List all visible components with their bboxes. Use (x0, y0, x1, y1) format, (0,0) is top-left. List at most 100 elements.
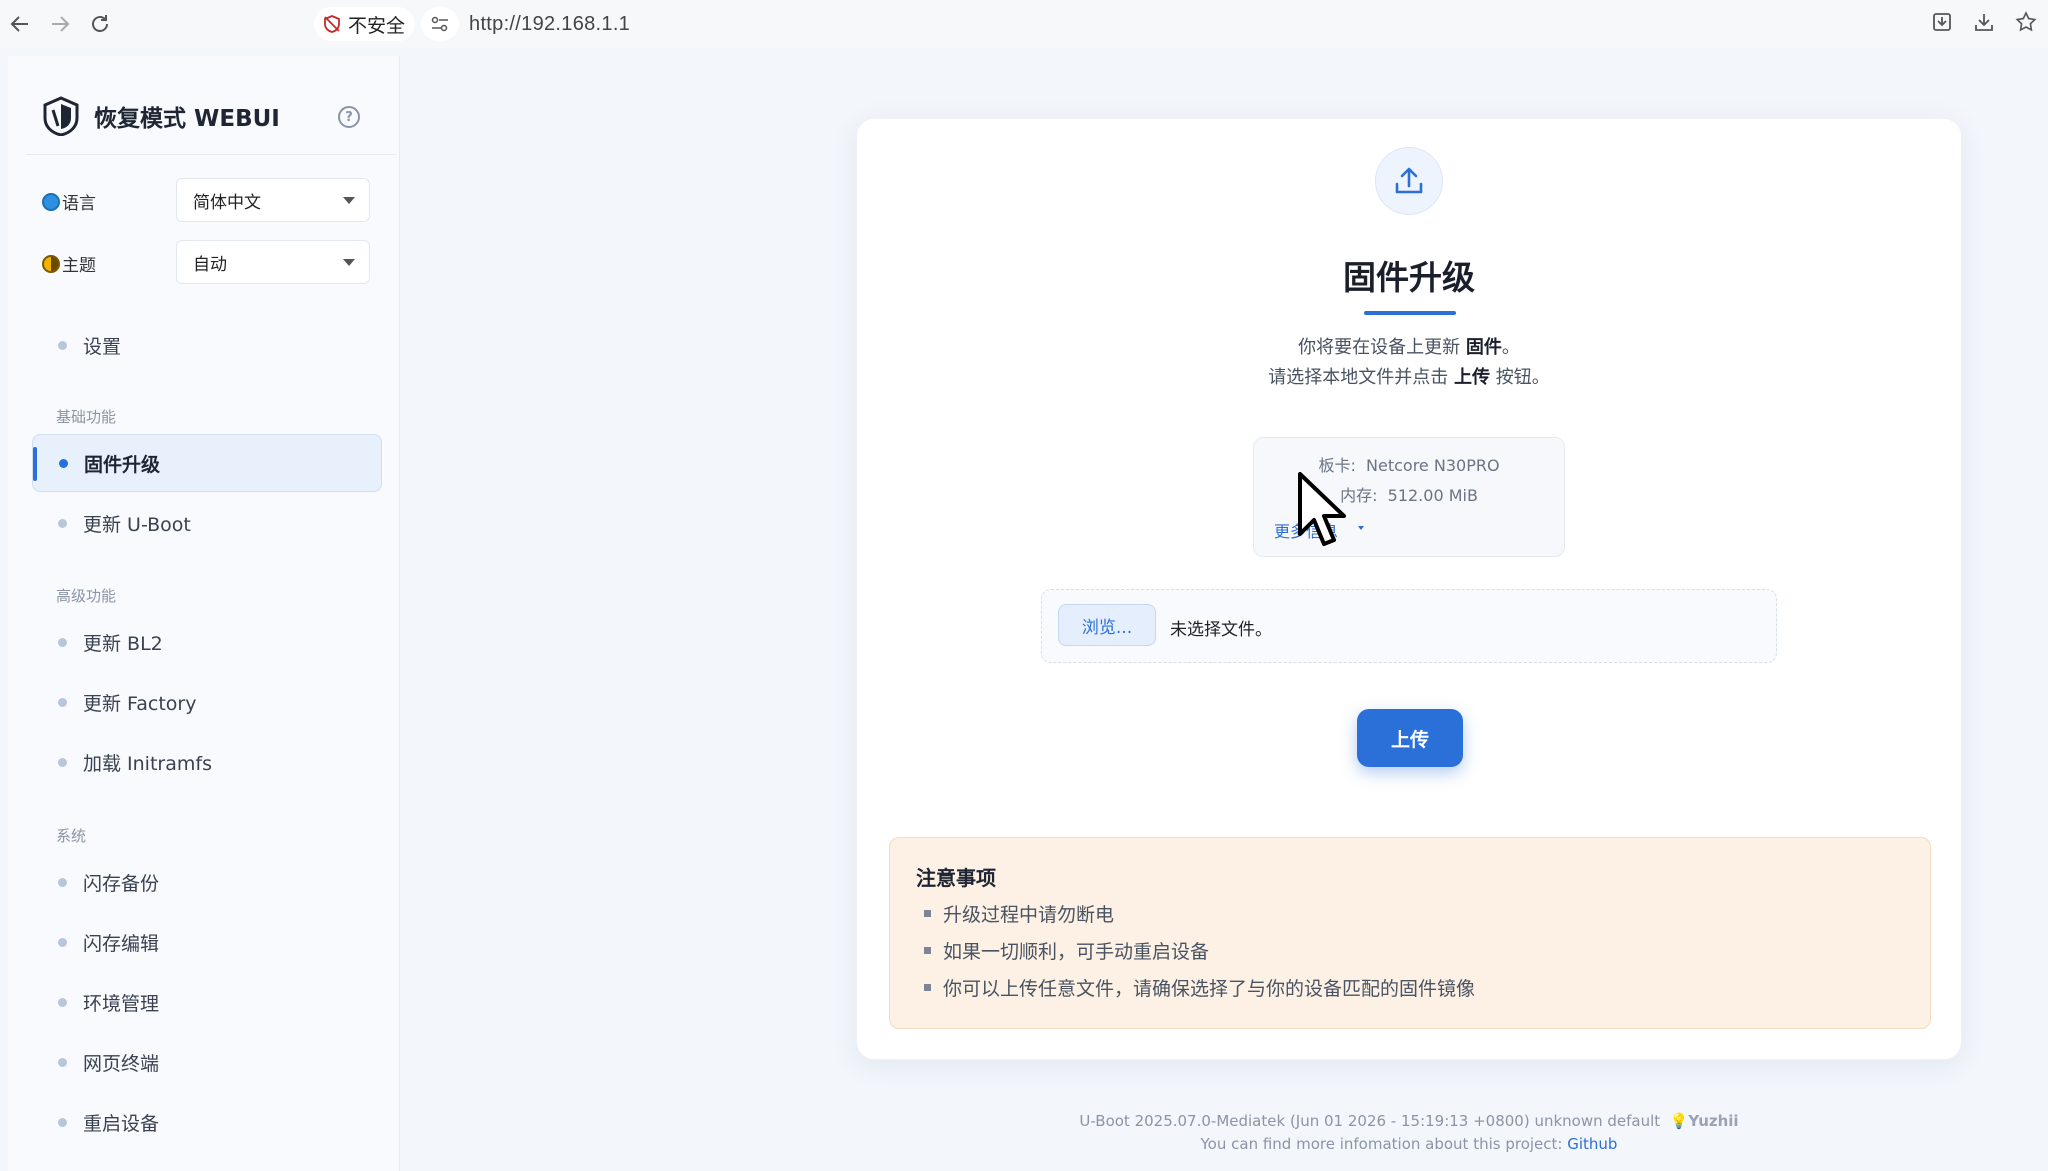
language-label-text: 语言 (62, 194, 96, 214)
browser-toolbar: 不安全 http://192.168.1.1 (0, 0, 2048, 48)
forward-icon[interactable] (46, 10, 74, 38)
language-select[interactable]: 简体中文 (176, 178, 370, 222)
description-line-1: 你将要在设备上更新 固件。 (857, 333, 1961, 359)
memory-value: 512.00 MiB (1387, 486, 1478, 505)
version-text: U-Boot 2025.07.0-Mediatek (Jun 01 2026 -… (1079, 1112, 1661, 1130)
file-input[interactable]: 浏览... 未选择文件。 (1041, 589, 1777, 663)
sidebar-item-label: 设置 (83, 335, 122, 358)
globe-icon (42, 192, 60, 211)
sidebar-item-label: 闪存编辑 (83, 932, 160, 955)
bullet-icon (924, 984, 931, 991)
description-line-2: 请选择本地文件并点击 上传 按钮。 (857, 363, 1961, 389)
sidebar-item-label: 更新 Factory (83, 692, 197, 715)
back-icon[interactable] (6, 10, 34, 38)
sidebar-item-label: 网页终端 (83, 1052, 160, 1075)
mouse-cursor-icon (1296, 472, 1352, 556)
sidebar-item-label: 环境管理 (83, 992, 160, 1015)
browse-button[interactable]: 浏览... (1058, 604, 1156, 646)
chevron-down-icon (1358, 526, 1364, 530)
firmware-upgrade-card: 固件升级 你将要在设备上更新 固件。 请选择本地文件并点击 上传 按钮。 板卡:… (856, 118, 1962, 1060)
board-value: Netcore N30PRO (1366, 456, 1500, 475)
notice-item: 如果一切顺利，可手动重启设备 (924, 937, 1209, 964)
sidebar-item-flash-backup[interactable]: 闪存备份 (32, 853, 382, 911)
sidebar-item-web-terminal[interactable]: 网页终端 (32, 1033, 382, 1091)
notice-item: 你可以上传任意文件，请确保选择了与你的设备匹配的固件镜像 (924, 974, 1475, 1001)
reload-icon[interactable] (86, 10, 114, 38)
bookmark-star-icon[interactable] (2012, 8, 2040, 36)
bullet-icon (58, 1117, 67, 1127)
brand: 恢复模式 WEBUI (42, 96, 280, 136)
sidebar-item-label: 更新 BL2 (83, 632, 163, 655)
theme-label-text: 主题 (62, 256, 96, 276)
desc1-text: 你将要在设备上更新 (1298, 337, 1466, 358)
notice-text: 如果一切顺利，可手动重启设备 (943, 941, 1210, 963)
sidebar-item-update-factory[interactable]: 更新 Factory (32, 673, 382, 731)
desc2-bold: 上传 (1454, 367, 1490, 388)
desc2-end: 按钮。 (1490, 367, 1550, 388)
theme-select-value: 自动 (193, 254, 227, 275)
site-settings-icon[interactable] (421, 7, 460, 41)
bullet-icon (58, 1057, 67, 1067)
sidebar-item-update-uboot[interactable]: 更新 U-Boot (32, 494, 382, 552)
bullet-icon (59, 458, 68, 468)
bullet-icon (58, 518, 67, 528)
upload-button[interactable]: 上传 (1357, 709, 1463, 767)
theme-label: 主题 (42, 251, 96, 276)
install-app-icon[interactable] (1928, 8, 1956, 36)
sidebar-item-label: 加载 Initramfs (83, 752, 212, 775)
security-label: 不安全 (348, 14, 406, 37)
download-icon[interactable] (1970, 8, 1998, 36)
sidebar-item-firmware-upgrade[interactable]: 固件升级 (32, 434, 382, 492)
sidebar-item-label: 更新 U-Boot (83, 513, 191, 536)
sidebar: 恢复模式 WEBUI ? 语言 简体中文 主题 自动 设置 基础功能 固件升级 … (8, 56, 400, 1171)
divider (26, 154, 396, 155)
section-basic: 基础功能 (56, 408, 117, 426)
desc2-text: 请选择本地文件并点击 (1268, 367, 1454, 388)
help-icon[interactable]: ? (338, 106, 360, 128)
bullet-icon (58, 997, 67, 1007)
bullet-icon (58, 757, 67, 767)
bullet-icon (58, 937, 67, 947)
bullet-icon (58, 697, 67, 707)
language-label: 语言 (42, 189, 96, 214)
notice-box: 注意事项 升级过程中请勿断电 如果一切顺利，可手动重启设备 你可以上传任意文件，… (889, 837, 1931, 1029)
section-advanced: 高级功能 (56, 587, 117, 605)
notice-text: 升级过程中请勿断电 (943, 904, 1115, 926)
page-title: 固件升级 (1343, 258, 1475, 297)
sidebar-item-load-initramfs[interactable]: 加载 Initramfs (32, 733, 382, 791)
upload-icon (1375, 147, 1443, 215)
footer-info: You can find more infomation about this … (856, 1135, 1962, 1153)
notice-title: 注意事项 (916, 866, 996, 890)
logo-icon (43, 96, 79, 136)
address-bar[interactable]: 不安全 http://192.168.1.1 (314, 6, 630, 42)
sidebar-item-settings[interactable]: 设置 (32, 316, 382, 374)
author-text: Yuzhii (1688, 1112, 1739, 1130)
bullet-icon (58, 340, 67, 350)
bullet-icon (924, 947, 931, 954)
sidebar-item-flash-edit[interactable]: 闪存编辑 (32, 913, 382, 971)
lightbulb-icon: 💡 (1669, 1112, 1689, 1130)
sidebar-item-label: 重启设备 (83, 1112, 160, 1135)
desc1-end: 。 (1501, 337, 1520, 358)
chevron-down-icon (343, 259, 355, 266)
footer-version: U-Boot 2025.07.0-Mediatek (Jun 01 2026 -… (856, 1112, 1962, 1130)
notice-item: 升级过程中请勿断电 (924, 900, 1114, 927)
brand-title: 恢复模式 WEBUI (94, 106, 280, 132)
theme-row: 主题 (42, 251, 96, 276)
security-chip[interactable]: 不安全 (314, 7, 416, 41)
sidebar-item-reboot[interactable]: 重启设备 (32, 1093, 382, 1151)
title-underline (1364, 311, 1456, 315)
bullet-icon (924, 910, 931, 917)
language-row: 语言 (42, 189, 96, 214)
info-text: You can find more infomation about this … (1200, 1135, 1563, 1153)
sidebar-item-env-manage[interactable]: 环境管理 (32, 973, 382, 1031)
chevron-down-icon (343, 197, 355, 204)
bullet-icon (58, 877, 67, 887)
bullet-icon (58, 637, 67, 647)
sidebar-item-label: 固件升级 (84, 453, 161, 476)
url-text[interactable]: http://192.168.1.1 (469, 13, 630, 36)
github-link[interactable]: Github (1567, 1135, 1617, 1153)
sidebar-item-update-bl2[interactable]: 更新 BL2 (32, 613, 382, 671)
desc1-bold: 固件 (1465, 337, 1502, 358)
theme-select[interactable]: 自动 (176, 240, 370, 284)
